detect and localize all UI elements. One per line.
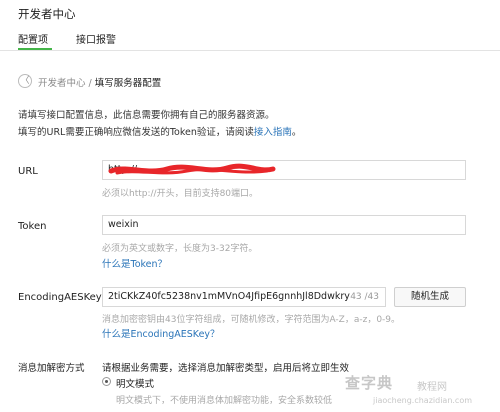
encrypt-mode-label: 消息加解密方式 <box>18 363 85 374</box>
breadcrumb-parent-link[interactable]: 开发者中心 <box>38 78 86 89</box>
token-label: Token <box>18 221 47 232</box>
watermark-sub: 教程网 <box>417 382 447 393</box>
url-hint: 必须以http://开头，目前支持80端口。 <box>102 189 259 199</box>
watermark-brand: 查字典 <box>345 374 394 392</box>
token-hint: 必须为英文或数字，长度为3-32字符。 <box>102 244 258 254</box>
what-is-token-link[interactable]: 什么是Token？ <box>102 256 167 270</box>
intro-text: 填写的URL需要正确响应微信发送的Token验证，请阅读 <box>18 127 254 138</box>
token-value: weixin <box>108 219 139 230</box>
watermark: 查字典 教程网 jiaocheng.chazidian.com <box>345 372 495 410</box>
aes-key-input[interactable]: 2tiCKkZ40fc5238nv1mMVnO4JfipE6gnnhJl8Ddw… <box>102 287 386 307</box>
tab-interface-alert[interactable]: 接口报警 <box>76 31 116 46</box>
breadcrumb-separator: / <box>88 78 92 89</box>
tab-config[interactable]: 配置项 <box>18 31 48 46</box>
random-generate-button[interactable]: 随机生成 <box>394 287 466 307</box>
breadcrumb-current: 填写服务器配置 <box>94 78 162 89</box>
tabs-divider <box>0 50 500 51</box>
access-guide-link[interactable]: 接入指南 <box>254 127 292 138</box>
aes-hint: 消息加密密钥由43位字符组成，可随机修改，字符范围为A-Z，a-z，0-9。 <box>102 315 401 325</box>
plaintext-mode-radio[interactable] <box>102 377 111 386</box>
url-label: URL <box>18 166 38 177</box>
redaction-scribble <box>108 163 276 175</box>
intro-line-1: 请填写接口配置信息，此信息需要你拥有自己的服务器资源。 <box>18 110 275 121</box>
page-title: 开发者中心 <box>18 7 76 21</box>
encrypt-mode-desc: 请根据业务需要，选择消息加解密类型，启用后将立即生效 <box>102 363 350 374</box>
aes-label: EncodingAESKey <box>18 292 102 303</box>
back-icon[interactable]: 〈 <box>18 74 32 88</box>
breadcrumb: 开发者中心 / 填写服务器配置 <box>38 75 161 89</box>
intro-line-2: 填写的URL需要正确响应微信发送的Token验证，请阅读接入指南。 <box>18 124 301 138</box>
plaintext-mode-label[interactable]: 明文模式 <box>116 376 154 390</box>
aes-key-value: 2tiCKkZ40fc5238nv1mMVnO4JfipE6gnnhJl8Ddw… <box>108 291 350 302</box>
token-input[interactable]: weixin <box>102 215 466 235</box>
intro-suffix: 。 <box>291 127 302 138</box>
watermark-url: jiaocheng.chazidian.com <box>373 396 473 405</box>
what-is-aes-link[interactable]: 什么是EncodingAESKey？ <box>102 326 220 340</box>
plaintext-mode-hint: 明文模式下，不使用消息体加解密功能，安全系数较低 <box>116 396 333 406</box>
aes-char-counter: 43 /43 <box>350 292 379 302</box>
